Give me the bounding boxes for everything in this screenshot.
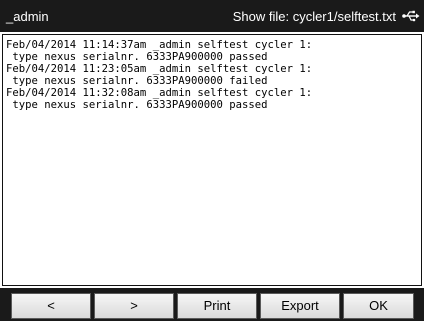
log-line: type nexus serialnr. 6333PA900000 passed <box>6 99 268 111</box>
log-line: type nexus serialnr. 6333PA900000 failed <box>6 75 268 87</box>
print-button[interactable]: Print <box>177 293 257 319</box>
file-text: Feb/04/2014 11:14:37am _admin selftest c… <box>3 35 421 111</box>
usb-icon <box>402 9 420 23</box>
ok-button[interactable]: OK <box>343 293 414 319</box>
log-line: type nexus serialnr. 6333PA900000 passed <box>6 51 268 63</box>
previous-page-button[interactable]: < <box>11 293 91 319</box>
log-line: Feb/04/2014 11:32:08am _admin selftest c… <box>6 87 313 99</box>
log-line: Feb/04/2014 11:14:37am _admin selftest c… <box>6 39 313 51</box>
log-line: Feb/04/2014 11:23:05am _admin selftest c… <box>6 63 313 75</box>
page-title: Show file: cycler1/selftest.txt <box>232 9 396 24</box>
next-page-button[interactable]: > <box>94 293 174 319</box>
current-user: _admin <box>6 9 49 24</box>
device-screen: _admin Show file: cycler1/selftest.txt F… <box>0 0 424 321</box>
export-button[interactable]: Export <box>260 293 340 319</box>
title-bar: _admin Show file: cycler1/selftest.txt <box>0 0 424 32</box>
bottom-toolbar: < > Print Export OK <box>0 288 424 321</box>
file-viewer[interactable]: Feb/04/2014 11:14:37am _admin selftest c… <box>2 34 422 286</box>
